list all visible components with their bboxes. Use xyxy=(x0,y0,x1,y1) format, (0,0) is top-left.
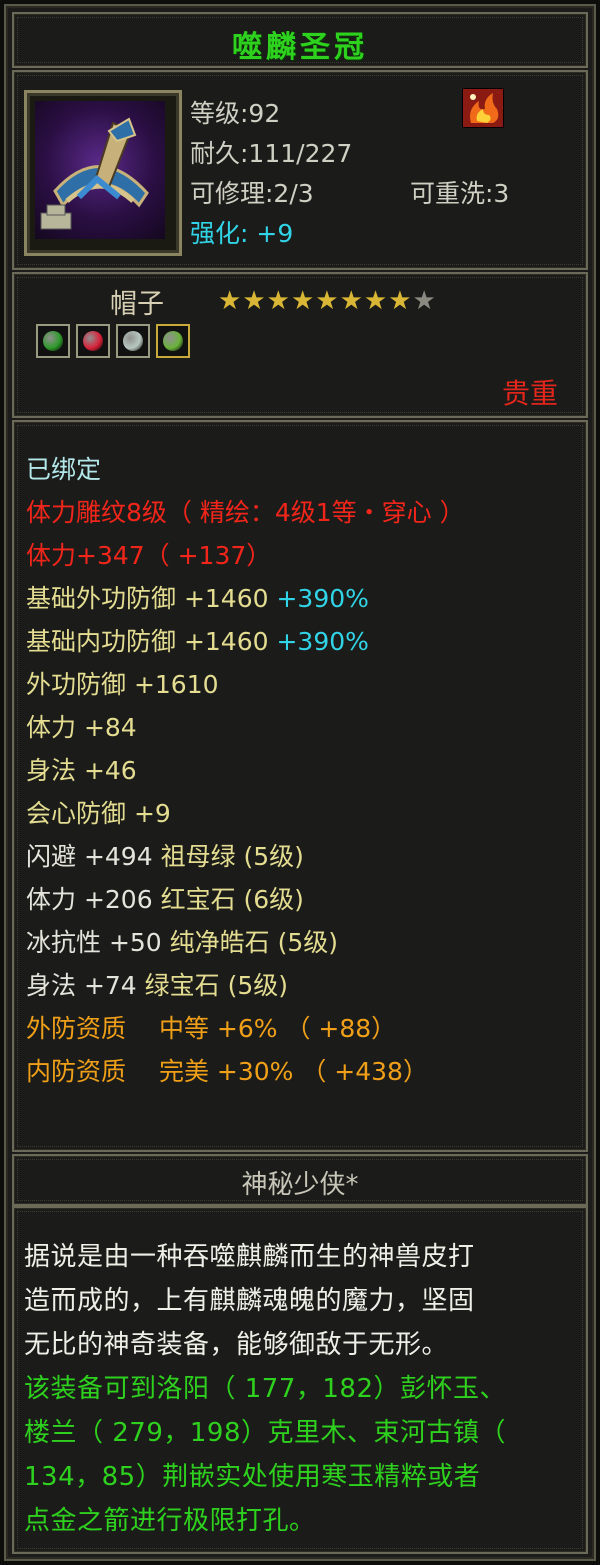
attributes-panel: 已绑定 体力雕纹8级（ 精绘：4级1等・穿心 ） 体力+347（ +137） 基… xyxy=(12,420,588,1152)
agility-gem-attr: 身法 +74 绿宝石 (5级) xyxy=(26,966,288,1002)
item-name: 噬麟圣冠 xyxy=(232,30,368,65)
item-level: 等级:92 xyxy=(190,99,281,128)
gem-sockets xyxy=(36,324,196,362)
crown-icon xyxy=(35,101,165,239)
int-quality-attr: 内防资质 完美 +30% （ +438） xyxy=(26,1057,428,1086)
star-filled-icon: ★ xyxy=(363,286,389,316)
title-bar: 噬麟圣冠 xyxy=(12,12,588,68)
star-rating: ★★★★★★★★★ xyxy=(218,286,437,316)
agility-attr: 身法 +46 xyxy=(26,756,137,785)
ice-gem-attr: 冰抗性 +50 纯净皓石 (5级) xyxy=(26,923,338,959)
item-rewash: 可重洗:3 xyxy=(410,179,510,208)
desc-line: 无比的神奇装备，能够御敌于无形。 xyxy=(24,1330,449,1360)
desc-line: 楼兰（ 279，198）克里木、束河古镇（ xyxy=(24,1418,507,1448)
item-enhance: 强化: +9 xyxy=(190,219,294,248)
dodge-gem-attr: 闪避 +494 祖母绿 (5级) xyxy=(26,837,304,873)
description-panel: 据说是由一种吞噬麒麟而生的神兽皮打 造而成的，上有麒麟魂魄的魔力，坚固 无比的神… xyxy=(12,1206,588,1554)
item-author: 神秘少侠* xyxy=(241,1170,359,1200)
dodge-gem-name: 祖母绿 (5级) xyxy=(160,842,304,871)
star-empty-icon: ★ xyxy=(412,286,437,316)
base-ext-def-value: 基础外功防御 +1460 xyxy=(26,584,269,613)
bound-status: 已绑定 xyxy=(26,455,102,484)
gem-socket-icon[interactable] xyxy=(116,324,150,358)
desc-line: 据说是由一种吞噬麒麟而生的神兽皮打 xyxy=(24,1242,475,1272)
engrave-attr: 体力雕纹8级（ 精绘：4级1等・穿心 ） xyxy=(26,498,465,527)
star-filled-icon: ★ xyxy=(266,286,291,316)
gem-socket-icon[interactable] xyxy=(76,324,110,358)
desc-line: 该装备可到洛阳（ 177，182）彭怀玉、 xyxy=(24,1374,507,1404)
author-bar: 神秘少侠* xyxy=(12,1154,588,1206)
base-int-def-value: 基础内功防御 +1460 xyxy=(26,627,269,656)
item-repairable: 可修理:2/3 xyxy=(190,179,314,208)
stamina-gem-value: 体力 +206 xyxy=(26,885,153,914)
ext-def-attr: 外功防御 +1610 xyxy=(26,670,219,699)
desc-line: 点金之箭进行极限打孔。 xyxy=(24,1506,316,1536)
agility-gem-value: 身法 +74 xyxy=(26,971,137,1000)
item-type-panel: 帽子 ★★★★★★★★★ 贵重 xyxy=(12,272,588,418)
base-ext-def-pct: +390% xyxy=(276,584,369,613)
flame-buff-icon xyxy=(462,88,504,128)
gem-socket-icon[interactable] xyxy=(156,324,190,358)
star-filled-icon: ★ xyxy=(242,286,267,316)
desc-line: 134，85）荆嵌实处使用寒玉精粹或者 xyxy=(24,1462,481,1492)
dodge-value: 闪避 +494 xyxy=(26,842,153,871)
item-slot-type: 帽子 xyxy=(110,289,164,320)
stamina-gem-attr: 体力 +206 红宝石 (6级) xyxy=(26,880,304,916)
base-int-def-pct: +390% xyxy=(276,627,369,656)
stamina-attr: 体力 +84 xyxy=(26,713,137,742)
agility-gem-name: 绿宝石 (5级) xyxy=(144,971,289,1000)
ext-quality-attr: 外防资质 中等 +6% （ +88） xyxy=(26,1014,397,1043)
star-filled-icon: ★ xyxy=(290,286,316,316)
base-ext-def-attr: 基础外功防御 +1460 +390% xyxy=(26,579,369,615)
stamina-gem-name: 红宝石 (6级) xyxy=(160,885,304,914)
star-filled-icon: ★ xyxy=(388,286,413,316)
item-icon-frame xyxy=(24,90,182,256)
star-filled-icon: ★ xyxy=(315,286,340,316)
star-filled-icon: ★ xyxy=(218,286,243,316)
crit-def-attr: 会心防御 +9 xyxy=(26,799,171,828)
item-durability: 耐久:111/227 xyxy=(190,139,353,168)
star-filled-icon: ★ xyxy=(339,286,364,316)
desc-line: 造而成的，上有麒麟魂魄的魔力，坚固 xyxy=(24,1286,475,1316)
item-info-panel: 等级:92 耐久:111/227 可修理:2/3 可重洗:3 强化: +9 xyxy=(12,70,588,270)
ice-gem-name: 纯净皓石 (5级) xyxy=(169,928,339,957)
ice-res-value: 冰抗性 +50 xyxy=(26,928,162,957)
stamina-bonus-attr: 体力+347（ +137） xyxy=(26,541,272,570)
gem-socket-icon[interactable] xyxy=(36,324,70,358)
item-rarity: 贵重 xyxy=(501,377,558,410)
base-int-def-attr: 基础内功防御 +1460 +390% xyxy=(26,622,369,658)
